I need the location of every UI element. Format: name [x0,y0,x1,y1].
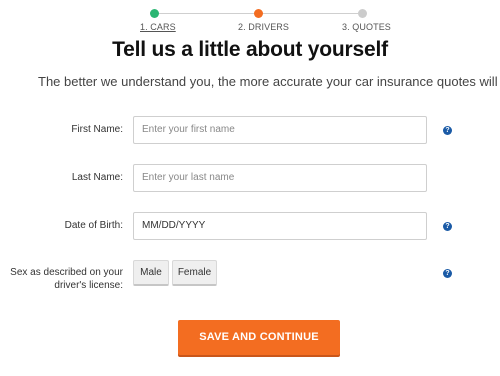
sex-label-line1: Sex as described on your [10,267,123,278]
save-and-continue-button[interactable]: SAVE AND CONTINUE [178,320,340,355]
stepper-line-2 [262,13,358,14]
last-name-input[interactable]: Enter your last name [133,164,427,192]
sex-label-line2: driver's license: [54,280,123,291]
sex-help-icon[interactable]: ? [443,269,452,278]
page-subtitle: The better we understand you, the more a… [38,74,500,89]
step-quotes-dot [358,9,367,18]
sex-female-button[interactable]: Female [172,260,217,286]
sex-male-button[interactable]: Male [133,260,169,286]
first-name-help-icon[interactable]: ? [443,126,452,135]
step-quotes-label: 3. QUOTES [342,22,391,32]
stepper-line-1 [158,13,254,14]
dob-label: Date of Birth: [64,220,123,231]
sex-label: Sex as described on your driver's licens… [10,266,123,292]
first-name-input[interactable]: Enter your first name [133,116,427,144]
page: 1. CARS 2. DRIVERS 3. QUOTES Tell us a l… [0,0,500,376]
step-drivers-label: 2. DRIVERS [238,22,290,32]
page-title: Tell us a little about yourself [112,38,388,61]
dob-help-icon[interactable]: ? [443,222,452,231]
first-name-label: First Name: [71,124,123,135]
step-cars-dot [150,9,159,18]
dob-input[interactable]: MM/DD/YYYY [133,212,427,240]
step-drivers-dot [254,9,263,18]
last-name-label: Last Name: [71,172,123,183]
progress-stepper: 1. CARS 2. DRIVERS 3. QUOTES [0,0,500,36]
step-cars-link[interactable]: 1. CARS [140,22,176,32]
